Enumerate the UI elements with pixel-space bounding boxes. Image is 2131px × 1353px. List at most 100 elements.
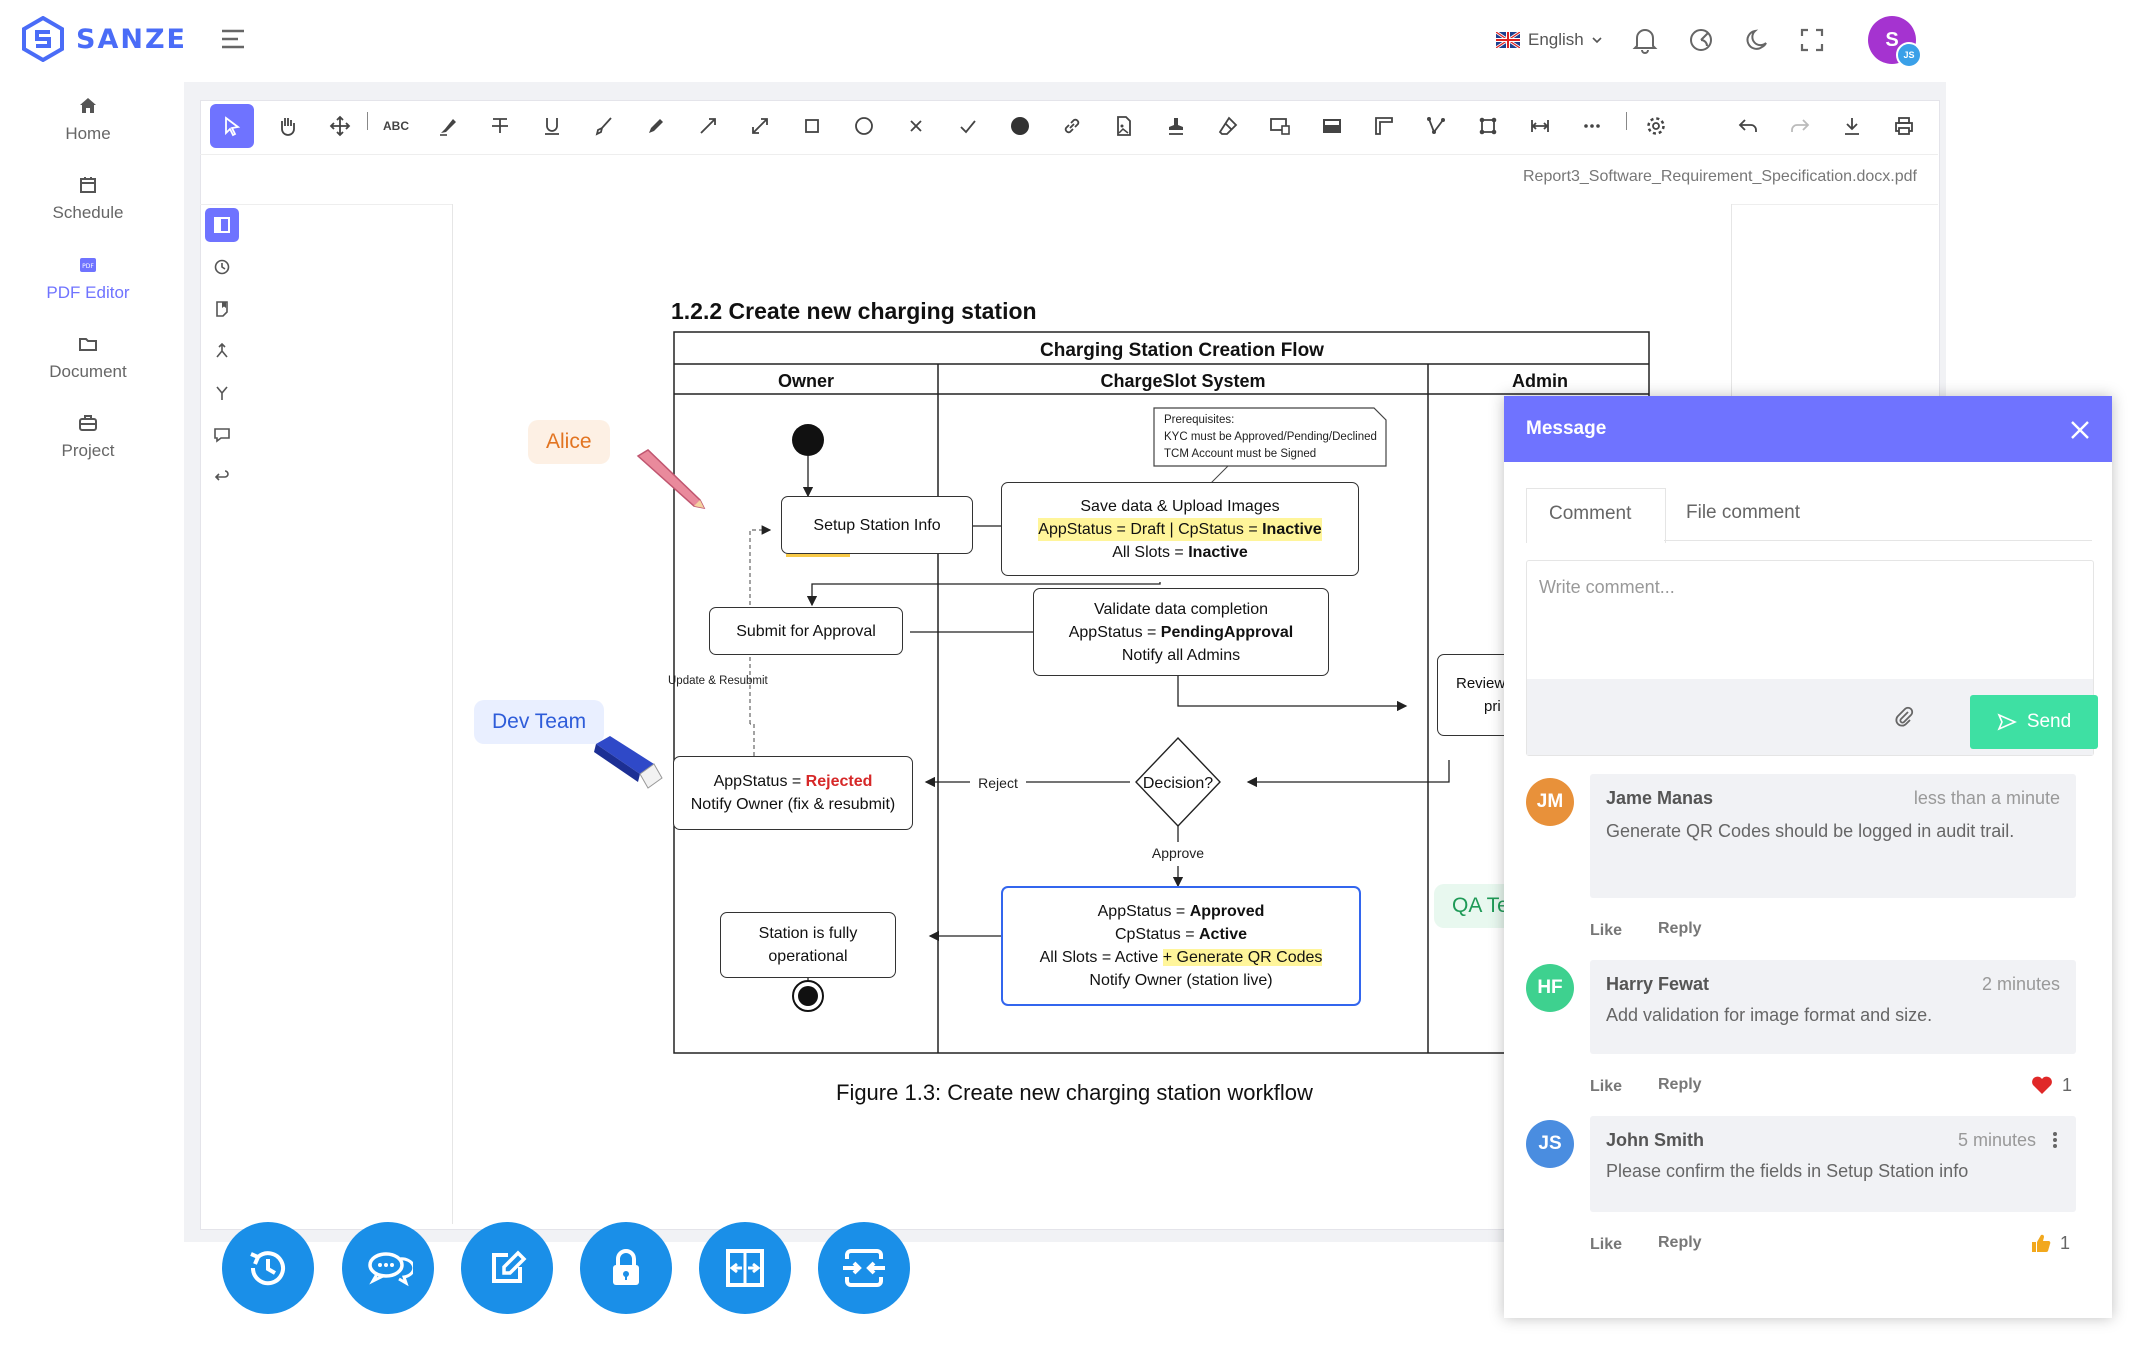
like-button[interactable]: Like — [1590, 1078, 1622, 1096]
rectangle-tool-button[interactable] — [790, 104, 834, 148]
notification-bell-icon[interactable] — [1632, 26, 1658, 59]
comments-panel-button[interactable] — [205, 418, 239, 452]
image-tool-button[interactable] — [1310, 104, 1354, 148]
eraser-tool-button[interactable] — [1206, 104, 1250, 148]
arrow-tool-button[interactable] — [738, 104, 782, 148]
page-gutter — [246, 204, 453, 1224]
like-button[interactable]: Like — [1590, 1236, 1622, 1254]
underline-tool-button[interactable] — [530, 104, 574, 148]
hand-icon — [281, 118, 295, 136]
brand-logo[interactable]: SANZE — [22, 16, 187, 62]
highlight-tool-button[interactable] — [426, 104, 470, 148]
reaction-heart[interactable]: 1 — [2030, 1074, 2072, 1096]
reply-button[interactable]: Reply — [1658, 1076, 1702, 1094]
move-tool-button[interactable] — [318, 104, 362, 148]
link-tool-button[interactable] — [1050, 104, 1094, 148]
ruler-tool-button[interactable] — [1362, 104, 1406, 148]
link-icon — [1064, 118, 1080, 134]
select-tool-button[interactable] — [210, 104, 254, 148]
merge-button[interactable] — [818, 1222, 910, 1314]
message-panel-title: Message — [1526, 418, 1607, 439]
collaborator-tag-dev-team: Dev Team — [474, 700, 605, 744]
cross-tool-button[interactable] — [894, 104, 938, 148]
message-panel: Message Comment File comment Write comme… — [1504, 396, 2112, 1318]
theme-palette-icon[interactable] — [1688, 27, 1714, 58]
svg-text:Decision?: Decision? — [1143, 775, 1213, 792]
send-button[interactable]: Send — [1970, 695, 2098, 749]
bookmark-panel-button[interactable] — [205, 292, 239, 326]
history-button[interactable] — [222, 1222, 314, 1314]
line-tool-button[interactable] — [686, 104, 730, 148]
undo-button[interactable] — [1726, 104, 1770, 148]
avatar: JS — [1526, 1120, 1574, 1168]
reaction-thumbs-up[interactable]: 1 — [2030, 1232, 2070, 1254]
polyline-tool-button[interactable] — [1414, 104, 1458, 148]
avatar: JM — [1526, 778, 1574, 826]
more-horizontal-icon — [1584, 124, 1600, 128]
strikethrough-icon — [492, 118, 508, 133]
measure-tool-button[interactable] — [1518, 104, 1562, 148]
sidebar-item-document[interactable]: Document — [0, 334, 176, 382]
chat-button[interactable] — [342, 1222, 434, 1314]
sidebar-item-label: Document — [49, 362, 127, 381]
panel-toggle-button[interactable] — [205, 208, 239, 242]
dot-tool-button[interactable] — [998, 104, 1042, 148]
like-button[interactable]: Like — [1590, 922, 1622, 940]
screen-capture-tool-button[interactable] — [1258, 104, 1302, 148]
comment-input[interactable]: Write comment... — [1539, 577, 1675, 598]
history-panel-button[interactable] — [205, 250, 239, 284]
compare-button[interactable] — [699, 1222, 791, 1314]
print-button[interactable] — [1882, 104, 1926, 148]
sidebar-item-label: PDF Editor — [46, 283, 130, 302]
sidebar-item-project[interactable]: Project — [0, 413, 176, 461]
polyline-icon — [1427, 117, 1445, 134]
circle-tool-button[interactable] — [842, 104, 886, 148]
pan-tool-button[interactable] — [265, 104, 309, 148]
close-icon[interactable] — [2068, 418, 2092, 442]
edit-button[interactable] — [461, 1222, 553, 1314]
settings-button[interactable] — [1634, 104, 1678, 148]
check-tool-button[interactable] — [946, 104, 990, 148]
sidebar-item-pdf-editor[interactable]: PDF PDF Editor — [0, 255, 176, 303]
polygon-tool-button[interactable] — [1466, 104, 1510, 148]
start-node — [792, 424, 824, 456]
language-selector[interactable]: English — [1496, 30, 1602, 50]
dark-mode-moon-icon[interactable] — [1744, 27, 1770, 58]
filled-circle-icon — [1011, 117, 1029, 135]
user-avatar[interactable]: S JS — [1868, 16, 1922, 68]
more-tools-button[interactable] — [1570, 104, 1614, 148]
sidebar-item-schedule[interactable]: Schedule — [0, 175, 176, 223]
reply-button[interactable]: Reply — [1658, 920, 1702, 938]
reply-button[interactable]: Reply — [1658, 1234, 1702, 1252]
image-icon — [1323, 119, 1341, 133]
chat-icon — [368, 1252, 413, 1287]
branch-panel-button[interactable] — [205, 376, 239, 410]
text-tool-button[interactable]: ABC — [374, 104, 418, 148]
attachment-icon[interactable] — [1893, 705, 1915, 727]
toolbar-separator — [1626, 112, 1627, 130]
lock-icon — [613, 1249, 639, 1285]
validate-data-node: Validate data completion AppStatus = Pen… — [1033, 588, 1329, 676]
merge-panel-button[interactable] — [205, 334, 239, 368]
tab-file-comment[interactable]: File comment — [1686, 502, 1800, 524]
back-button[interactable] — [205, 460, 239, 494]
strikethrough-tool-button[interactable] — [478, 104, 522, 148]
tab-divider — [1664, 540, 2092, 541]
sidebar-item-home[interactable]: Home — [0, 96, 176, 144]
redo-button[interactable] — [1778, 104, 1822, 148]
approved-node: AppStatus = Approved CpStatus = Active A… — [1001, 886, 1361, 1006]
brush-tool-button[interactable] — [582, 104, 626, 148]
fullscreen-icon[interactable] — [1800, 28, 1824, 57]
pen-tool-button[interactable] — [634, 104, 678, 148]
tab-comment[interactable]: Comment — [1526, 488, 1666, 543]
download-button[interactable] — [1830, 104, 1874, 148]
menu-toggle-icon[interactable] — [220, 28, 246, 50]
lock-button[interactable] — [580, 1222, 672, 1314]
file-image-icon — [1117, 116, 1131, 136]
image-file-tool-button[interactable] — [1102, 104, 1146, 148]
sidebar-item-label: Project — [61, 441, 115, 460]
more-vertical-icon[interactable] — [2052, 1130, 2058, 1150]
thumbs-up-icon — [2032, 1234, 2051, 1253]
merge-icon — [843, 1249, 885, 1287]
stamp-tool-button[interactable] — [1154, 104, 1198, 148]
